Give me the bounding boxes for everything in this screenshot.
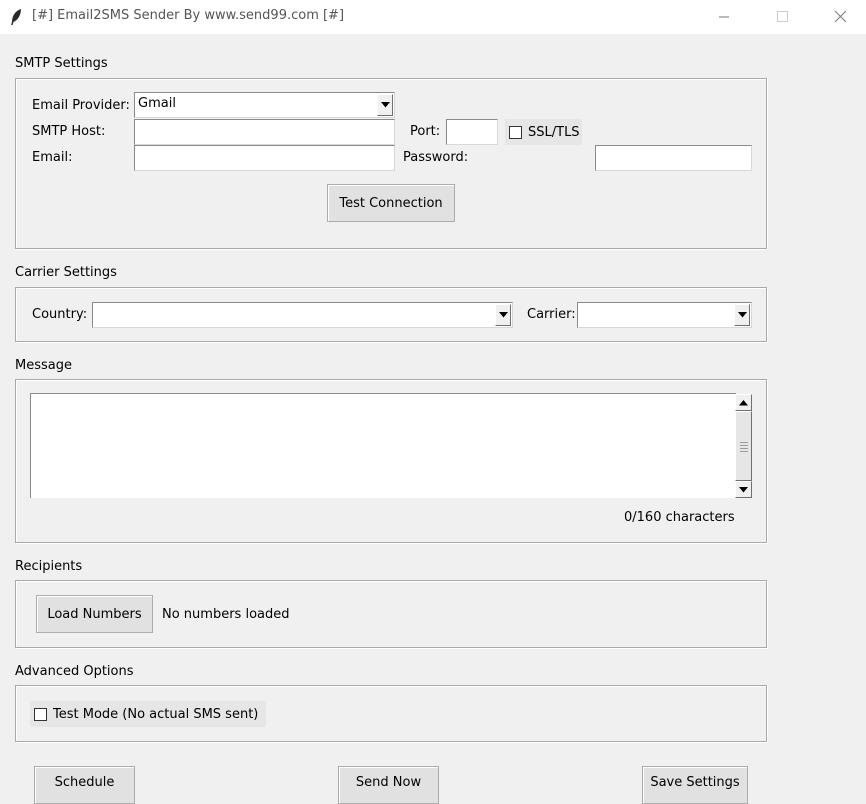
window-title: [#] Email2SMS Sender By www.send99.com […	[32, 8, 345, 23]
grip-line-icon	[740, 445, 748, 446]
email-input[interactable]	[134, 145, 395, 171]
country-label: Country:	[32, 307, 88, 322]
title-bar: [#] Email2SMS Sender By www.send99.com […	[0, 0, 866, 34]
message-scrollbar[interactable]	[735, 394, 752, 498]
message-section-title: Message	[15, 358, 72, 373]
chevron-down-icon[interactable]	[377, 94, 393, 116]
password-label: Password:	[403, 150, 469, 165]
send-now-button[interactable]: Send Now	[338, 766, 439, 804]
port-label: Port:	[410, 124, 441, 139]
test-mode-checkbox[interactable]: Test Mode (No actual SMS sent)	[30, 701, 266, 727]
port-input[interactable]	[446, 119, 498, 145]
test-connection-button[interactable]: Test Connection	[327, 184, 455, 222]
email-provider-value: Gmail	[138, 96, 176, 111]
test-mode-checkbox-box[interactable]	[34, 707, 47, 721]
smtp-section-title: SMTP Settings	[15, 56, 108, 71]
recipients-section-title: Recipients	[15, 559, 83, 574]
chevron-down-icon[interactable]	[734, 304, 750, 326]
ssl-tls-checkbox-box[interactable]	[509, 125, 522, 139]
schedule-button[interactable]: Schedule	[34, 766, 135, 804]
chevron-down-icon[interactable]	[495, 304, 511, 326]
carrier-section-title: Carrier Settings	[15, 265, 117, 280]
feather-icon	[9, 8, 23, 26]
grip-line-icon	[740, 451, 748, 452]
grip-line-icon	[740, 448, 748, 449]
ssl-tls-checkbox[interactable]: SSL/TLS	[505, 119, 582, 145]
email-provider-select[interactable]: Gmail	[134, 92, 395, 118]
advanced-section-title: Advanced Options	[15, 664, 134, 679]
minimize-button[interactable]	[695, 0, 753, 34]
password-input[interactable]	[595, 145, 752, 171]
save-settings-button[interactable]: Save Settings	[642, 766, 748, 804]
maximize-button[interactable]	[753, 0, 811, 34]
carrier-select[interactable]	[577, 302, 752, 328]
test-mode-label: Test Mode (No actual SMS sent)	[53, 706, 259, 722]
scroll-up-button[interactable]	[735, 394, 752, 411]
country-select[interactable]	[92, 302, 513, 328]
smtp-host-label: SMTP Host:	[32, 124, 106, 139]
numbers-status: No numbers loaded	[162, 607, 290, 622]
message-textarea[interactable]	[30, 393, 736, 498]
email-provider-label: Email Provider:	[32, 98, 130, 113]
grip-line-icon	[740, 442, 748, 443]
carrier-label: Carrier:	[527, 307, 576, 322]
character-counter: 0/160 characters	[624, 510, 735, 525]
scrollbar-thumb[interactable]	[735, 411, 752, 481]
scroll-down-button[interactable]	[735, 481, 752, 498]
email-label: Email:	[32, 150, 73, 165]
load-numbers-button[interactable]: Load Numbers	[36, 595, 153, 633]
ssl-tls-label: SSL/TLS	[528, 124, 580, 140]
close-button[interactable]	[811, 0, 866, 34]
smtp-host-input[interactable]	[134, 119, 395, 145]
